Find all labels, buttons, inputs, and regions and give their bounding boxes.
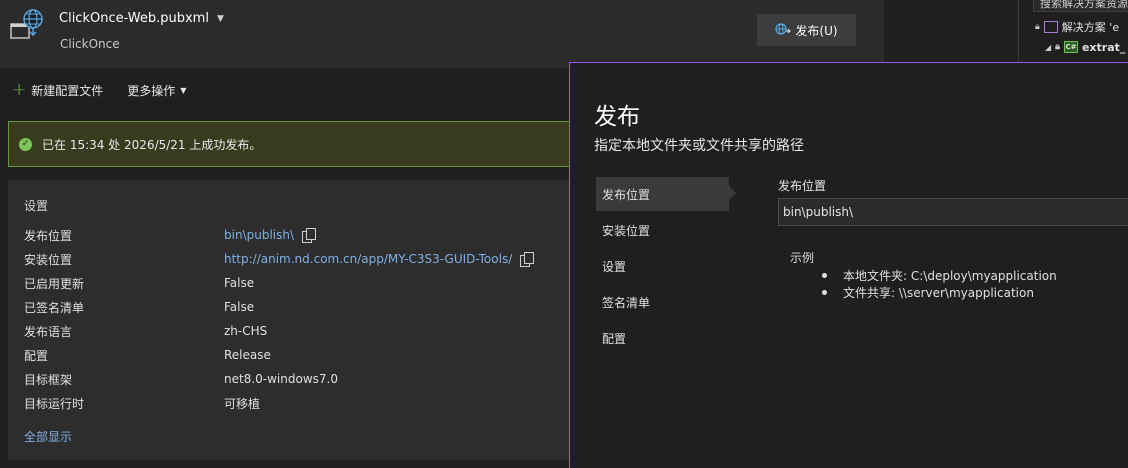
profile-type: ClickOnce [60,37,120,51]
setting-value: Release [224,348,271,362]
publish-button[interactable]: 发布(U) [757,14,856,46]
settings-card: 设置 发布位置 bin\publish\ 安装位置 http://anim.nd… [8,180,570,460]
settings-row: 已签名清单 False [24,295,564,319]
setting-key: 已签名清单 [24,300,85,315]
dialog-title: 发布 [594,104,640,130]
settings-row: 发布位置 bin\publish\ [24,223,564,247]
setting-value: http://anim.nd.com.cn/app/MY-C3S3-GUID-T… [224,252,535,267]
profile-header: ClickOnce-Web.pubxml ▼ ClickOnce 发布(U) [0,0,884,68]
action-bar: + 新建配置文件 更多操作 ▼ [0,68,570,112]
solution-search-input[interactable]: 搜索解决方案资源 [1033,0,1128,12]
check-circle-icon: ✓ [19,137,32,151]
lock-icon: 🔒︎ [1035,22,1040,32]
bullet-icon [822,273,827,278]
success-message: 已在 15:34 处 2026/5/21 上成功发布。 [42,137,262,152]
setting-value: False [224,276,255,290]
dialog-subtitle: 指定本地文件夹或文件共享的路径 [594,138,804,154]
plus-icon: + [12,80,27,100]
settings-row: 已启用更新 False [24,271,564,295]
profile-selector[interactable]: ClickOnce-Web.pubxml ▼ [59,11,224,26]
settings-title: 设置 [24,199,49,213]
publish-location-input[interactable] [778,198,1128,226]
new-profile-button[interactable]: + 新建配置文件 [12,82,103,99]
active-nav-arrow [729,186,736,200]
setting-key: 安装位置 [24,252,73,267]
settings-row: 目标框架 net8.0-windows7.0 [24,367,564,391]
setting-value: False [224,300,255,314]
nav-configuration[interactable]: 配置 [596,321,729,355]
lock-icon: 🔒︎ [1055,42,1060,52]
example-text: 本地文件夹: C:\deploy\myapplication [843,269,1057,283]
setting-key: 目标框架 [24,372,73,387]
setting-value: 可移植 [224,396,261,411]
more-actions-button[interactable]: 更多操作 ▼ [127,82,186,99]
setting-key: 目标运行时 [24,396,85,411]
more-actions-label: 更多操作 [127,83,176,98]
publish-location-link[interactable]: bin\publish\ [224,228,294,242]
example-item: 本地文件夹: C:\deploy\myapplication [822,267,1057,284]
setting-key: 已启用更新 [24,276,85,291]
setting-value: zh-CHS [224,324,268,338]
chevron-down-icon: ▼ [216,13,224,24]
install-location-link[interactable]: http://anim.nd.com.cn/app/MY-C3S3-GUID-T… [224,252,512,266]
bullet-icon [822,290,827,295]
success-banner: ✓ 已在 15:34 处 2026/5/21 上成功发布。 [8,121,570,167]
example-item: 文件共享: \\server\myapplication [822,284,1034,301]
settings-row: 发布语言 zh-CHS [24,319,564,343]
setting-key: 配置 [24,348,49,363]
solution-node[interactable]: 🔒︎ 解决方案 'e [1035,18,1119,36]
setting-value: bin\publish\ [224,228,317,243]
publish-dialog: 发布 指定本地文件夹或文件共享的路径 发布位置 安装位置 设置 签名清单 配置 … [569,62,1128,468]
example-text: 文件共享: \\server\myapplication [843,286,1034,300]
nav-settings[interactable]: 设置 [596,249,729,283]
header-empty-area [884,0,1018,68]
publish-button-label: 发布(U) [795,23,838,38]
csharp-project-icon: C# [1063,41,1078,53]
globe-publish-icon [10,8,46,40]
project-label: extrat_ [1081,40,1126,54]
copy-icon[interactable] [520,252,535,267]
project-node[interactable]: ◢ 🔒︎ C# extrat_ [1045,38,1125,56]
solution-icon [1043,21,1058,33]
settings-row: 安装位置 http://anim.nd.com.cn/app/MY-C3S3-G… [24,247,564,271]
show-all-link[interactable]: 全部显示 [24,428,72,445]
copy-icon[interactable] [302,228,317,243]
publish-icon [775,22,792,39]
profile-name: ClickOnce-Web.pubxml [59,11,209,26]
setting-value: net8.0-windows7.0 [224,372,338,386]
settings-row: 配置 Release [24,343,564,367]
solution-label: 解决方案 'e [1061,21,1120,34]
setting-key: 发布位置 [24,228,73,243]
nav-install-location[interactable]: 安装位置 [596,213,729,247]
new-profile-label: 新建配置文件 [31,83,104,98]
chevron-down-icon: ▼ [180,85,187,95]
setting-key: 发布语言 [24,324,73,339]
examples-title: 示例 [790,251,815,265]
publish-location-label: 发布位置 [778,179,827,193]
nav-signing[interactable]: 签名清单 [596,285,729,319]
settings-row: 目标运行时 可移植 [24,391,564,415]
nav-publish-location[interactable]: 发布位置 [596,177,729,211]
expand-triangle-icon: ◢ [1045,42,1052,52]
